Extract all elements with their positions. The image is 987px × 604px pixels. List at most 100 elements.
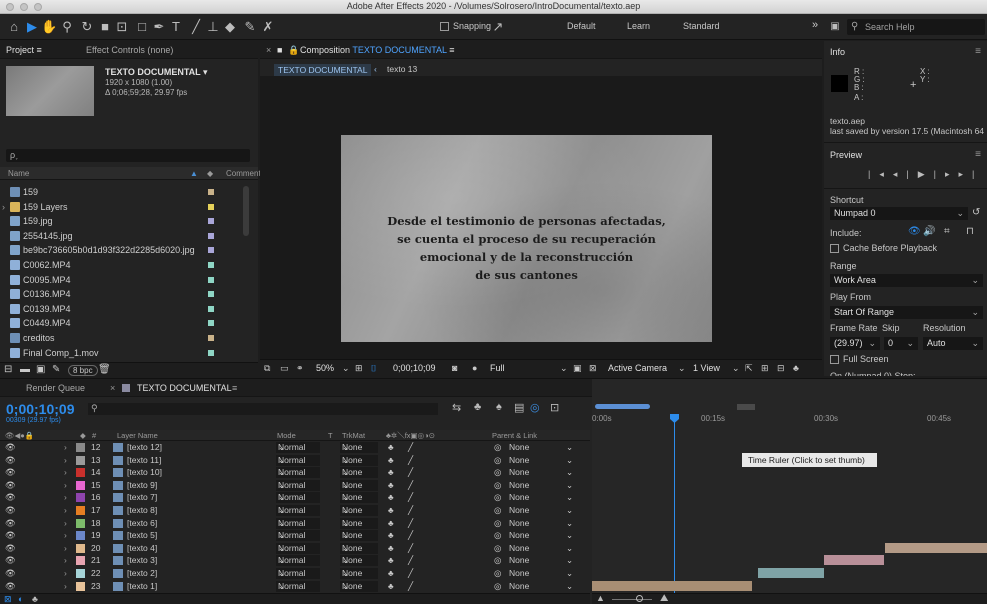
display-icon[interactable]: ▭ (280, 363, 289, 374)
chevron-down-icon[interactable]: ⌄ (566, 480, 573, 491)
workspace-learn[interactable]: Learn (627, 21, 650, 31)
camera-chevron-icon[interactable]: ⌄ (678, 363, 686, 374)
layer-label-swatch[interactable] (76, 556, 85, 566)
label-color-swatch[interactable] (208, 262, 214, 268)
comp-mini-flowchart-icon[interactable]: ⇆ (452, 401, 461, 414)
expand-layer-icon[interactable]: › (64, 455, 67, 466)
composition-viewer[interactable]: Desde el testimonio de personas afectada… (260, 76, 822, 359)
toggle-render-time-icon[interactable]: ♣ (32, 594, 38, 604)
show-channel-icon[interactable]: ● (472, 363, 477, 373)
layer-name[interactable]: [texto 9] (127, 480, 157, 491)
label-color-swatch[interactable] (208, 335, 214, 341)
layer-name[interactable]: [texto 12] (127, 442, 162, 453)
toggle-3d-icon[interactable]: ⊞ (761, 363, 769, 374)
first-frame-icon[interactable]: |◂ (868, 169, 893, 179)
chevron-down-icon[interactable]: ⌄ (566, 467, 573, 478)
pixel-aspect-icon[interactable]: ⇱ (745, 363, 753, 374)
layer-name[interactable]: [texto 1] (127, 581, 157, 592)
layer-trkmat-dropdown[interactable]: None ⌄ (340, 467, 378, 479)
column-parent[interactable]: Parent & Link (492, 430, 537, 441)
resolution-chevron-icon[interactable]: ⌄ (560, 363, 568, 374)
column-name[interactable]: Name (8, 167, 29, 180)
chevron-down-icon[interactable]: ⌄ (566, 518, 573, 529)
chevron-down-icon[interactable]: ⌄ (566, 505, 573, 516)
project-search-input[interactable]: ρ˯ (6, 149, 250, 162)
timeline-search-input[interactable]: ⚲ (88, 403, 438, 415)
frame-blending-icon[interactable]: ▤ (514, 401, 524, 414)
label-color-swatch[interactable] (208, 247, 214, 254)
draft-3d-icon[interactable]: ♣ (474, 401, 481, 413)
camera-tool-icon[interactable]: ■ (97, 19, 113, 35)
label-color-swatch[interactable] (208, 232, 214, 239)
next-frame-icon[interactable]: |▸ (934, 169, 959, 179)
column-t[interactable]: T (328, 430, 333, 441)
pick-whip-icon[interactable]: ◎ (494, 581, 501, 592)
layer-trkmat-dropdown[interactable]: None ⌄ (340, 479, 378, 491)
layer-trkmat-dropdown[interactable]: None ⌄ (340, 555, 378, 567)
av-features-icons[interactable]: 👁◀●🔒 (5, 430, 34, 441)
breadcrumb-layer[interactable]: texto 13 (387, 64, 417, 74)
layer-label-swatch[interactable] (76, 581, 85, 591)
number-column-icon[interactable]: # (92, 430, 96, 441)
layer-duration-bar[interactable] (592, 580, 752, 591)
eraser-tool-icon[interactable]: ◆ (222, 19, 238, 35)
search-help-input[interactable]: ⚲ Search Help (847, 19, 985, 35)
project-item[interactable]: C0449.MP4 (0, 316, 250, 330)
label-color-swatch[interactable] (208, 305, 214, 312)
quality-switch-icon[interactable]: ╱ (408, 568, 413, 579)
include-layer-controls-icon[interactable]: ⊓ (966, 226, 974, 237)
current-time-display[interactable]: 0;00;10;09 (393, 363, 436, 373)
zoom-slider-track[interactable] (612, 599, 652, 600)
eye-icon[interactable]: 👁 (5, 568, 16, 579)
layer-trkmat-dropdown[interactable]: None ⌄ (340, 542, 378, 554)
label-color-swatch[interactable] (208, 320, 214, 327)
zoom-in-icon[interactable]: ⛰ (660, 593, 668, 604)
motion-blur-icon[interactable]: ◎ (530, 401, 540, 414)
layer-row[interactable]: 👁 › 13 [texto 11] Normal ⌄ None ⌄ ♣ ╱ ◎ None ⌄ (0, 454, 590, 466)
play-icon[interactable]: ▶ (918, 169, 934, 179)
puppet-tool-icon[interactable]: ✗ (260, 19, 276, 35)
label-column-icon[interactable]: ◆ (80, 430, 86, 441)
cache-before-playback[interactable]: Cache Before Playback (830, 243, 937, 254)
layer-mode-dropdown[interactable]: Normal ⌄ (276, 542, 320, 554)
expand-layer-icon[interactable]: › (64, 480, 67, 491)
layer-row[interactable]: 👁 › 17 [texto 8] Normal ⌄ None ⌄ ♣ ╱ ◎ None ⌄ (0, 505, 590, 516)
eye-icon[interactable]: 👁 (5, 530, 16, 541)
bit-depth-button[interactable]: 8 bpc (68, 365, 98, 376)
project-item[interactable]: creditos (0, 331, 250, 345)
breadcrumb-comp[interactable]: TEXTO DOCUMENTAL (274, 64, 372, 76)
switches-icons[interactable]: ♣✲＼fx▣◎◑⊙ (386, 430, 435, 441)
selected-comp-name[interactable]: TEXTO DOCUMENTAL ▾ (105, 67, 208, 78)
tab-effect-controls[interactable]: Effect Controls (none) (86, 45, 173, 55)
quality-switch-icon[interactable]: ╱ (408, 467, 413, 478)
layer-name[interactable]: [texto 3] (127, 555, 157, 566)
layer-label-swatch[interactable] (76, 531, 85, 541)
zoom-tool-icon[interactable]: ⚲ (59, 19, 75, 35)
snapping-options-icon[interactable]: ↗ (490, 19, 506, 35)
layer-name[interactable]: [texto 6] (127, 518, 157, 529)
chevron-down-icon[interactable]: ⌄ (566, 442, 573, 453)
shy-switch-icon[interactable]: ♣ (388, 480, 394, 491)
eye-icon[interactable]: 👁 (5, 455, 16, 466)
eye-icon[interactable]: 👁 (5, 467, 16, 478)
layer-name[interactable]: [texto 2] (127, 568, 157, 579)
shy-switch-icon[interactable]: ♣ (388, 442, 394, 453)
shy-switch-icon[interactable]: ♣ (388, 492, 394, 503)
skip-dropdown[interactable]: 0 ⌄ (884, 337, 918, 350)
roto-brush-tool-icon[interactable]: ✎ (242, 19, 258, 35)
play-from-dropdown[interactable]: Start Of Range ⌄ (830, 306, 983, 319)
include-video-icon[interactable]: 👁 (908, 226, 921, 237)
pick-whip-icon[interactable]: ◎ (494, 568, 501, 579)
zoom-dropdown-icon[interactable]: ⌄ (342, 363, 350, 374)
rectangle-tool-icon[interactable]: □ (134, 19, 150, 35)
hand-tool-icon[interactable]: ✋ (41, 19, 57, 35)
layer-label-swatch[interactable] (76, 518, 85, 528)
pick-whip-icon[interactable]: ◎ (494, 543, 501, 554)
pick-whip-icon[interactable]: ◎ (494, 492, 501, 503)
rotate-tool-icon[interactable]: ↻ (79, 19, 95, 35)
reset-icon[interactable]: ↺ (972, 207, 980, 218)
project-item[interactable]: C0139.MP4 (0, 302, 250, 316)
pick-whip-icon[interactable]: ◎ (494, 480, 501, 491)
eye-icon[interactable]: 👁 (5, 555, 16, 566)
include-overlays-icon[interactable]: ⌗ (944, 226, 950, 237)
